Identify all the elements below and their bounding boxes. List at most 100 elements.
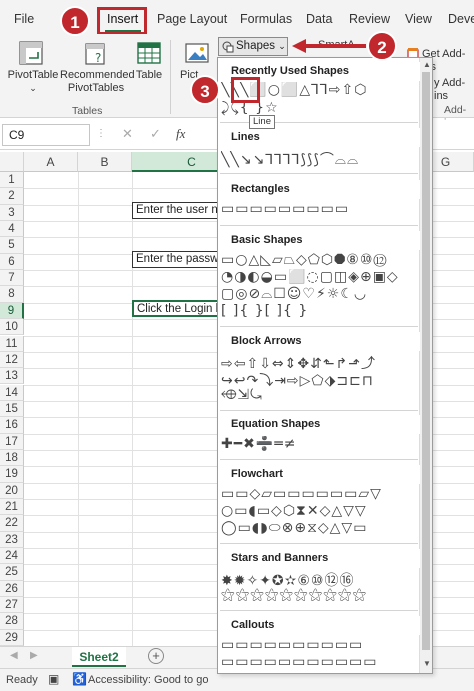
recommended-pivottables-label: Recommended PivotTables <box>60 69 135 94</box>
insert-function-button[interactable]: fx <box>176 126 185 142</box>
basic-shapes-row-2[interactable]: ◔◑◐◒▭⬜◌▢◫◈⊕▣◇ <box>221 269 421 285</box>
section-equation-shapes: Equation Shapes <box>218 415 420 434</box>
pictures-icon <box>185 43 209 63</box>
scroll-right-icon[interactable]: ▶ <box>30 650 38 661</box>
row-header[interactable]: 24 <box>0 548 24 565</box>
cell-c6[interactable]: Enter the passwo <box>132 251 228 268</box>
tab-review[interactable]: Review <box>349 12 390 26</box>
row-header[interactable]: 8 <box>0 286 24 303</box>
macro-record-icon[interactable]: ▣ <box>48 672 59 686</box>
line-shape-highlight[interactable] <box>231 77 260 103</box>
block-arrows-row-3[interactable]: ⬲⇲⤿ <box>221 387 421 403</box>
callouts-row-2[interactable]: ▭▭▭▭▭▭▭▭▭▭▭ <box>221 654 421 670</box>
row-header[interactable]: 20 <box>0 482 24 499</box>
add-sheet-icon[interactable]: + <box>148 648 164 664</box>
recommended-pivottables-icon: ? <box>85 43 105 65</box>
table-label: Table <box>135 69 163 81</box>
scroll-left-icon[interactable]: ◀ <box>10 650 18 661</box>
accessibility-icon[interactable]: ♿ <box>72 672 87 686</box>
tab-view[interactable]: View <box>405 12 432 26</box>
shapes-button[interactable]: Shapes ⌄ <box>218 37 288 56</box>
row-header[interactable]: 12 <box>0 351 24 369</box>
row-header[interactable]: 29 <box>0 629 24 646</box>
lines-row[interactable]: ╲╲↘↘⅂⅂⅂⅂⟆⟆⟆⌒⌓⌓ <box>221 149 421 169</box>
callouts-row-1[interactable]: ▭▭▭▭▭▭▭▭▭▭ <box>221 637 421 653</box>
tab-file[interactable]: File <box>14 12 34 26</box>
row-header[interactable]: 1 <box>0 172 24 189</box>
my-addins-button[interactable]: y Add-ins <box>434 77 474 103</box>
flowchart-row-3[interactable]: ◯▭◖◗⬭⊗⊕⧖◇△▽▭ <box>221 520 421 536</box>
row-header[interactable]: 11 <box>0 335 24 352</box>
scroll-down-icon[interactable]: ▼ <box>423 659 431 668</box>
row-header[interactable]: 28 <box>0 613 24 630</box>
row-header[interactable]: 25 <box>0 564 24 581</box>
row-header[interactable]: 13 <box>0 368 24 385</box>
row-header[interactable]: 14 <box>0 384 24 401</box>
row-header[interactable]: 6 <box>0 253 24 271</box>
section-lines: Lines <box>218 128 420 147</box>
row-header[interactable]: 27 <box>0 597 24 614</box>
row-header[interactable]: 9 <box>0 302 24 320</box>
row-header[interactable]: 2 <box>0 188 24 205</box>
svg-text:?: ? <box>95 51 101 65</box>
pivottable-button[interactable]: PivotTable ⌄ <box>4 69 62 95</box>
pivottable-label: PivotTable <box>7 69 59 81</box>
tab-data[interactable]: Data <box>306 12 332 26</box>
status-ready: Ready <box>6 674 38 686</box>
cancel-icon[interactable]: ✕ <box>122 126 133 142</box>
name-box[interactable]: C9 <box>2 124 90 146</box>
gallery-scroll-thumb[interactable] <box>422 72 430 650</box>
step-badge-1: 1 <box>60 6 90 36</box>
equation-shapes-row[interactable]: ✚━✖➗═≠ <box>221 436 421 452</box>
tab-developer[interactable]: Deve <box>448 12 474 26</box>
row-header[interactable]: 15 <box>0 400 24 418</box>
column-header-b[interactable]: B <box>78 152 132 172</box>
sheet-tab-sheet2[interactable]: Sheet2 <box>72 647 126 667</box>
row-header[interactable]: 7 <box>0 270 24 287</box>
flowchart-row-1[interactable]: ▭▭◇▱▭▭▭▭▭▭▱▽ <box>221 486 421 502</box>
flowchart-row-2[interactable]: ○▭◖▭◇⬡⧗✕◇△▽▽ <box>221 503 421 519</box>
section-divider <box>220 326 418 327</box>
row-header[interactable]: 22 <box>0 515 24 532</box>
tables-group-label: Tables <box>72 105 103 117</box>
row-header[interactable]: 23 <box>0 531 24 548</box>
basic-shapes-row-4[interactable]: [ ]{ }[ ]{ } <box>221 303 421 319</box>
cell-c3[interactable]: Enter the user na <box>132 202 228 219</box>
section-divider <box>220 173 418 174</box>
pivottable-icon <box>19 41 43 65</box>
insert-tab-highlight <box>97 7 147 35</box>
row-header[interactable]: 10 <box>0 319 24 336</box>
row-header[interactable]: 21 <box>0 499 24 516</box>
select-all-corner[interactable] <box>0 152 24 172</box>
status-accessibility[interactable]: Accessibility: Good to go <box>88 674 208 686</box>
row-header[interactable]: 17 <box>0 433 24 450</box>
tab-formulas[interactable]: Formulas <box>240 12 292 26</box>
cell-c9-selected[interactable]: Click the Login b <box>132 300 228 317</box>
row-header[interactable]: 18 <box>0 449 24 467</box>
row-header[interactable]: 4 <box>0 221 24 238</box>
stars-row-2[interactable]: ⚝⚝⚝⚝⚝⚝⚝⚝⚝⚝ <box>221 587 421 603</box>
enter-icon[interactable]: ✓ <box>150 126 161 142</box>
tab-page-layout[interactable]: Page Layout <box>157 12 227 26</box>
row-header[interactable]: 19 <box>0 466 24 483</box>
basic-shapes-row-3[interactable]: ▢◎⊘⌓☐☺♡⚡☼☾◡ <box>221 286 421 302</box>
arrow-to-shapes-icon <box>292 39 366 53</box>
basic-shapes-row-1[interactable]: ▭○△◺▱⏢◇⬠⬡⯃⑧⑩⑫ <box>221 252 421 268</box>
section-stars-and-banners: Stars and Banners <box>218 549 420 568</box>
step-badge-3: 3 <box>190 75 220 105</box>
recommended-pivottables-button[interactable]: Recommended PivotTables <box>60 69 135 95</box>
column-header-a[interactable]: A <box>24 152 78 172</box>
shapes-gallery: ▲ ▼ Recently Used Shapes ╲╲╲⬜○⬜△⅂⅂⇨⇧⬡ ⤸⤹… <box>217 57 433 674</box>
row-header[interactable]: 16 <box>0 417 24 434</box>
row-header[interactable]: 26 <box>0 580 24 598</box>
section-divider <box>220 410 418 411</box>
column-gridline <box>78 172 79 646</box>
row-header[interactable]: 3 <box>0 204 24 221</box>
my-addins-label: y Add-ins <box>434 77 466 102</box>
section-basic-shapes: Basic Shapes <box>218 231 420 250</box>
table-button[interactable]: Table <box>132 69 166 82</box>
row-header[interactable]: 5 <box>0 237 24 254</box>
rectangles-row[interactable]: ▭▭▭▭▭▭▭▭▭ <box>221 201 421 217</box>
table-icon <box>137 42 161 64</box>
scroll-up-icon[interactable]: ▲ <box>423 60 431 69</box>
